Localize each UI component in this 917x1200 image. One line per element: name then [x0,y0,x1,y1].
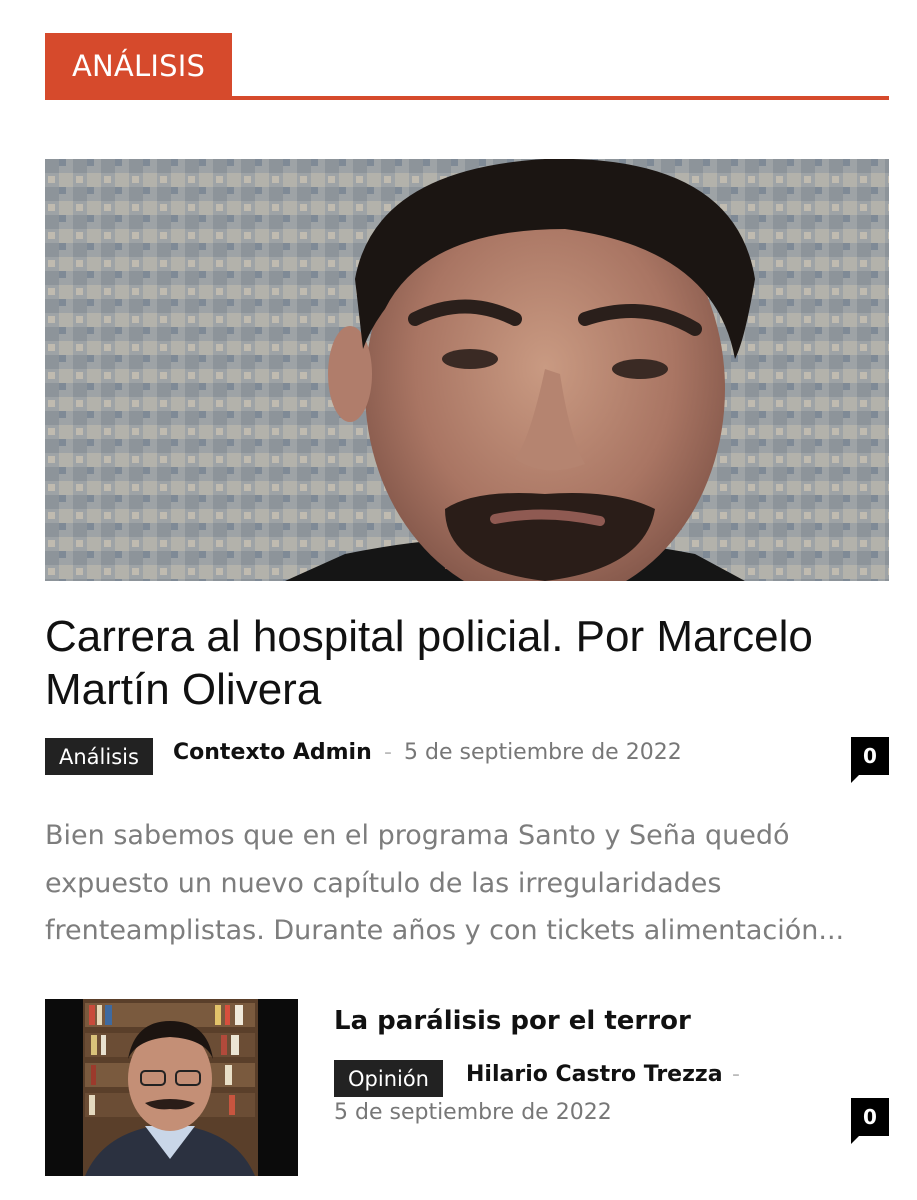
comment-count-badge[interactable]: 0 [851,737,889,783]
publish-date: 5 de septiembre de 2022 [404,740,682,765]
section-tab-label[interactable]: ANÁLISIS [45,33,233,98]
portrait-photo-icon [45,159,889,581]
featured-article-excerpt: Bien sabemos que en el programa Santo y … [45,820,845,946]
author-link[interactable]: Contexto Admin [173,738,372,768]
second-article-image[interactable] [45,999,298,1176]
section-divider [45,96,889,100]
author-link[interactable]: Hilario Castro Trezza [466,1060,723,1090]
section-header: ANÁLISIS [45,33,889,101]
second-article-meta: Opinión Hilario Castro Trezza - 5 de sep… [334,1058,889,1144]
category-badge[interactable]: Análisis [45,738,153,775]
meta-separator: - [384,740,392,765]
second-article-title[interactable]: La parálisis por el terror [334,1002,894,1040]
featured-article-title[interactable]: Carrera al hospital policial. Por Marcel… [45,610,895,716]
featured-article-meta: Análisis Contexto Admin - 5 de septiembr… [45,736,889,783]
featured-article-image[interactable] [45,159,889,581]
comment-count-badge[interactable]: 0 [851,1098,889,1144]
publish-date: 5 de septiembre de 2022 [334,1100,612,1125]
category-badge[interactable]: Opinión [334,1060,443,1097]
portrait-photo-icon [45,999,298,1176]
meta-separator: - [732,1062,740,1087]
